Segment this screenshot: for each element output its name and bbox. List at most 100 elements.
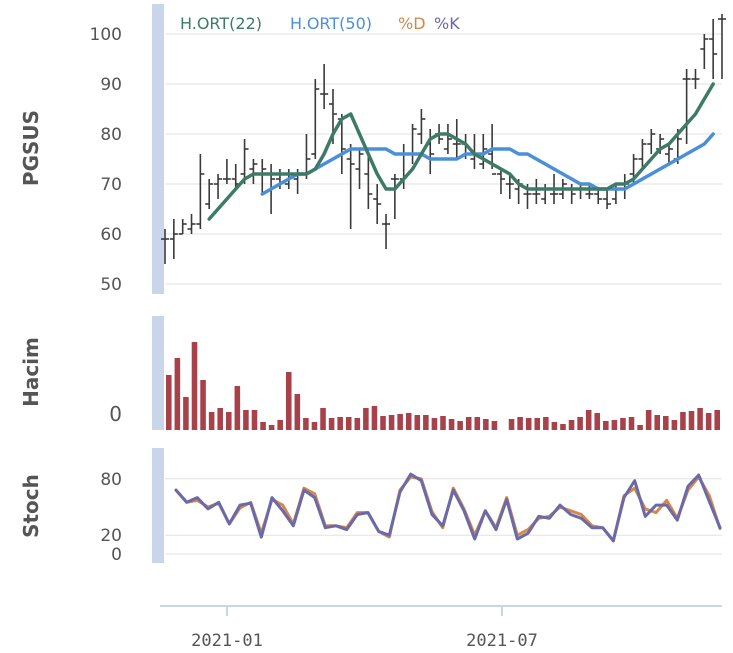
volume-bar xyxy=(328,418,335,430)
volume-bar xyxy=(397,414,403,430)
ohlc-bar xyxy=(417,109,426,144)
stoch-panel: 020 80 xyxy=(100,470,722,565)
ohlc-bar xyxy=(320,64,329,109)
legend-d[interactable]: %D xyxy=(398,14,426,33)
legend-k[interactable]: %K xyxy=(434,14,460,33)
ohlc-bar xyxy=(594,189,603,204)
stoch-tick-label: 0 xyxy=(111,545,122,565)
price-tick-label: 100 xyxy=(90,25,122,45)
ohlc-bar xyxy=(532,179,541,204)
volume-bar xyxy=(174,358,181,430)
volume-bar xyxy=(688,411,695,430)
volume-bar xyxy=(268,425,275,430)
ohlc-bar xyxy=(691,69,700,89)
volume-bar xyxy=(543,417,549,430)
volume-bar xyxy=(217,408,223,430)
stoch-tick-label: 80 xyxy=(100,470,122,490)
ohlc-bar xyxy=(196,154,205,229)
ohlc-bar xyxy=(408,124,417,164)
legend-ma22[interactable]: H.ORT(22) xyxy=(180,14,262,33)
price-tick-label: 70 xyxy=(100,175,122,195)
stoch-axis-title: Stoch xyxy=(19,474,43,538)
volume-bar xyxy=(465,417,472,430)
volume-bar xyxy=(551,422,558,430)
volume-bar xyxy=(474,417,481,430)
volume-bar xyxy=(705,413,712,430)
ohlc-bar xyxy=(390,174,399,219)
ohlc-bar xyxy=(718,14,726,79)
volume-bar xyxy=(388,415,395,430)
ohlc-bar xyxy=(355,149,364,189)
volume-bar xyxy=(714,410,720,430)
ohlc-bar xyxy=(541,184,550,204)
volume-bar xyxy=(294,394,301,430)
volume-bar xyxy=(560,424,566,430)
volume-bar xyxy=(337,417,343,430)
ohlc-bar xyxy=(647,129,656,154)
price-tick-label: 80 xyxy=(100,125,122,145)
volume-axis-bar xyxy=(152,316,164,430)
volume-bar xyxy=(440,416,446,430)
volume-bar xyxy=(628,417,635,430)
volume-bar xyxy=(620,418,626,430)
volume-bar xyxy=(423,415,429,430)
x-tick-label: 2021-01 xyxy=(191,631,263,651)
volume-bar xyxy=(200,380,206,430)
ohlc-bar xyxy=(373,184,382,224)
volume-bar xyxy=(457,421,463,430)
volume-bar xyxy=(260,422,266,430)
volume-bar xyxy=(577,417,583,430)
volume-bar xyxy=(243,410,249,430)
volume-bar xyxy=(225,412,232,430)
legend-ma50[interactable]: H.ORT(50) xyxy=(290,14,372,33)
volume-bar xyxy=(191,342,198,430)
ohlc-bar xyxy=(682,69,691,144)
ohlc-bar xyxy=(567,184,576,204)
ohlc-bar xyxy=(214,174,223,199)
ohlc-bar xyxy=(443,124,452,154)
price-panel: 50 60 70 80 90 100 xyxy=(90,14,726,295)
volume-bar xyxy=(405,413,412,430)
volume-bar xyxy=(251,410,258,430)
legend: H.ORT(22) H.ORT(50) %D %K xyxy=(180,14,460,33)
volume-bar xyxy=(517,417,523,430)
ohlc-bar xyxy=(382,214,391,249)
volume-bar xyxy=(483,419,489,430)
volume-bar xyxy=(525,418,532,430)
stoch-tick-label: 20 xyxy=(100,526,122,546)
volume-bar xyxy=(354,418,361,430)
ohlc-bar xyxy=(187,214,196,234)
ma22-line xyxy=(207,82,715,221)
volume-zero-tick: 0 xyxy=(109,402,122,426)
ohlc-bar xyxy=(496,169,505,194)
ohlc-bar xyxy=(249,159,258,184)
volume-bar xyxy=(431,418,438,430)
volume-bar xyxy=(611,420,618,430)
volume-bar xyxy=(448,419,455,430)
volume-bar xyxy=(654,415,661,430)
volume-bar xyxy=(234,386,241,430)
volume-bar xyxy=(603,421,609,430)
volume-bar xyxy=(414,415,421,430)
volume-bar xyxy=(534,418,541,430)
volume-bar xyxy=(637,425,643,430)
volume-bar xyxy=(594,413,601,430)
volume-bar xyxy=(491,421,498,430)
ohlc-bar xyxy=(169,219,178,259)
volume-bar xyxy=(285,372,292,430)
x-axis: 2021-01 2021-07 xyxy=(160,605,722,651)
volume-bar xyxy=(303,418,309,430)
ohlc-bar xyxy=(178,219,187,235)
volume-bar xyxy=(680,412,686,430)
volume-bar xyxy=(208,412,215,430)
stoch-k-line xyxy=(174,472,722,543)
ohlc-bar xyxy=(603,189,612,209)
stoch-axis-bar xyxy=(152,448,164,563)
ohlc-bar xyxy=(709,19,718,79)
volume-bar xyxy=(371,406,378,430)
stock-chart: H.ORT(22) H.ORT(50) %D %K PGSUS Hacim St… xyxy=(19,4,726,651)
price-tick-label: 50 xyxy=(100,275,122,295)
volume-bar xyxy=(645,410,652,430)
volume-bar xyxy=(345,417,352,430)
volume-bar xyxy=(311,422,318,430)
